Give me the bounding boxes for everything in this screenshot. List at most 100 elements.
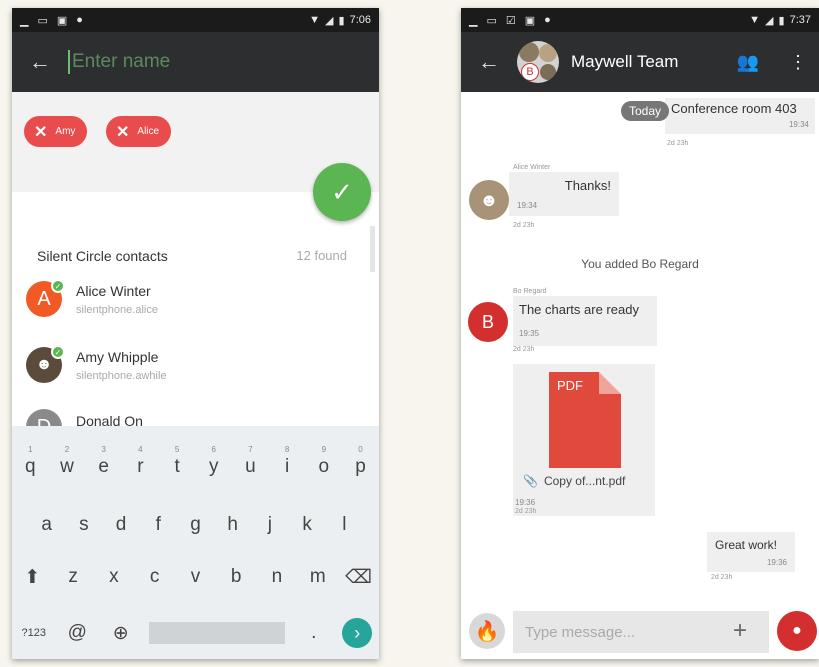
key-e[interactable]: 3e	[89, 445, 119, 478]
battery-icon: ▮	[778, 14, 785, 27]
message-meta: 2d 23h	[513, 222, 535, 229]
shift-icon[interactable]: ⬆	[17, 566, 47, 589]
key-w[interactable]: 2w	[52, 445, 82, 478]
verified-icon: ✓	[51, 345, 65, 359]
key-k[interactable]: k	[292, 514, 322, 536]
key-z[interactable]: z	[58, 566, 88, 589]
key-at[interactable]: @	[62, 622, 92, 644]
key-p[interactable]: 0p	[346, 445, 376, 478]
key-v[interactable]: v	[180, 566, 210, 589]
key-u[interactable]: 7u	[235, 445, 265, 478]
group-avatar[interactable]: B	[517, 41, 559, 83]
notification-icon: ▁	[20, 14, 30, 27]
avatar: A ✓	[26, 279, 65, 317]
microphone-icon[interactable]: ●	[777, 611, 817, 651]
contacts-section-title: Silent Circle contacts	[37, 248, 168, 264]
conversation-title[interactable]: Maywell Team	[571, 52, 678, 72]
globe-icon[interactable]: ⊕	[106, 622, 136, 645]
message-bubble-outgoing[interactable]: Great work! 19:36	[707, 532, 795, 572]
attach-plus-icon[interactable]: +	[733, 617, 747, 645]
signal-icon: ◢	[325, 14, 334, 27]
checkmark-icon: ✓	[331, 176, 353, 207]
scrollbar[interactable]	[370, 226, 375, 272]
key-b[interactable]: b	[221, 566, 251, 589]
chip-label: Amy	[55, 126, 76, 137]
verified-icon: ✓	[51, 279, 65, 293]
compose-bar: 🔥 + ●	[461, 605, 819, 659]
contact-row-amy[interactable]: ☻ ✓ Amy Whipple silentphone.awhile	[26, 340, 379, 390]
key-j[interactable]: j	[255, 514, 285, 536]
sender-name: Alice Winter	[513, 164, 551, 171]
message-meta: 2d 23h	[667, 140, 689, 147]
name-input[interactable]	[72, 51, 312, 73]
key-l[interactable]: l	[329, 514, 359, 536]
key-a[interactable]: a	[32, 514, 62, 536]
date-divider: Today	[621, 101, 670, 121]
message-bubble-outgoing[interactable]: Conference room 403 19:34	[665, 98, 815, 134]
avatar[interactable]: B	[468, 302, 508, 342]
recipient-chip-amy[interactable]: ✕ Amy	[24, 116, 88, 147]
key-r[interactable]: 4r	[125, 445, 155, 478]
pdf-file-icon: PDF	[549, 372, 621, 468]
key-s[interactable]: s	[69, 514, 99, 536]
message-text: Thanks!	[564, 178, 611, 193]
person-photo-icon: ☻	[479, 189, 499, 210]
search-toolbar: ←	[12, 32, 379, 92]
back-arrow-icon[interactable]: ←	[12, 49, 68, 75]
key-c[interactable]: c	[140, 566, 170, 589]
key-x[interactable]: x	[99, 566, 129, 589]
contact-name: Alice Winter	[76, 282, 151, 299]
message-time: 19:34	[517, 201, 538, 210]
add-participant-icon[interactable]: 👥	[737, 52, 759, 73]
back-arrow-icon[interactable]: ←	[461, 49, 517, 75]
person-photo-icon: ☻	[35, 356, 53, 373]
file-attachment[interactable]: PDF 📎 Copy of...nt.pdf 19:36 2d 23h	[513, 364, 655, 516]
message-time: 19:34	[788, 120, 809, 129]
key-h[interactable]: h	[218, 514, 248, 536]
message-meta: 2d 23h	[513, 346, 535, 353]
notification-icon: ●	[76, 13, 84, 26]
key-f[interactable]: f	[143, 514, 173, 536]
recipient-chip-alice[interactable]: ✕ Alice	[106, 116, 172, 147]
key-m[interactable]: m	[303, 566, 333, 589]
message-bubble-incoming[interactable]: Thanks! 19:34	[509, 172, 619, 216]
key-period[interactable]: .	[299, 622, 329, 644]
contact-handle: silentphone.awhile	[76, 369, 167, 382]
overflow-menu-icon[interactable]: ⋮	[789, 52, 807, 73]
key-d[interactable]: d	[106, 514, 136, 536]
backspace-icon[interactable]: ⌫	[344, 566, 374, 589]
message-list[interactable]: Conference room 403 19:34 Today 2d 23h ☻…	[461, 92, 819, 659]
signal-icon: ◢	[765, 14, 774, 27]
key-n[interactable]: n	[262, 566, 292, 589]
close-icon[interactable]: ✕	[34, 122, 47, 142]
contact-row-alice[interactable]: A ✓ Alice Winter silentphone.alice	[26, 274, 379, 324]
burn-flame-icon[interactable]: 🔥	[469, 613, 505, 649]
symbols-key[interactable]: ?123	[19, 627, 49, 639]
notification-icons: ▁ ▭ ▣ ●	[20, 14, 84, 27]
status-bar: ▁ ▭ ☑ ▣ ● ▼ ◢ ▮ 7:37	[461, 8, 819, 32]
message-time: 19:36	[515, 498, 536, 507]
notification-icon: ▁	[469, 14, 479, 27]
key-o[interactable]: 9o	[309, 445, 339, 478]
close-icon[interactable]: ✕	[116, 122, 129, 142]
key-i[interactable]: 8i	[272, 445, 302, 478]
message-input[interactable]	[513, 611, 769, 653]
key-g[interactable]: g	[180, 514, 210, 536]
avatar[interactable]: ☻	[469, 180, 509, 220]
go-arrow-icon[interactable]: ›	[342, 618, 373, 648]
keyboard-row-3: ⬆ z x c v b n m ⌫	[12, 566, 379, 589]
space-bar[interactable]	[149, 622, 286, 644]
message-bubble-incoming[interactable]: The charts are ready 19:35	[513, 296, 657, 346]
sender-name: Bo Regard	[513, 288, 547, 295]
message-text: The charts are ready	[519, 302, 639, 317]
notification-icons: ▁ ▭ ☑ ▣ ●	[469, 14, 552, 27]
group-chat-screen: ▁ ▭ ☑ ▣ ● ▼ ◢ ▮ 7:37 ← B Maywell Team 👥 …	[461, 8, 819, 659]
new-conversation-screen: ▁ ▭ ▣ ● ▼ ◢ ▮ 7:06 ← ✕ Amy ✕ Alice ✓ Sil…	[12, 8, 379, 659]
key-y[interactable]: 6y	[199, 445, 229, 478]
key-t[interactable]: 5t	[162, 445, 192, 478]
key-q[interactable]: 1q	[15, 445, 45, 478]
avatar-initial: B	[481, 311, 494, 332]
message-meta: 2d 23h	[515, 508, 537, 515]
confirm-button[interactable]: ✓	[313, 163, 371, 221]
keyboard-row-2: a s d f g h j k l	[12, 514, 379, 536]
